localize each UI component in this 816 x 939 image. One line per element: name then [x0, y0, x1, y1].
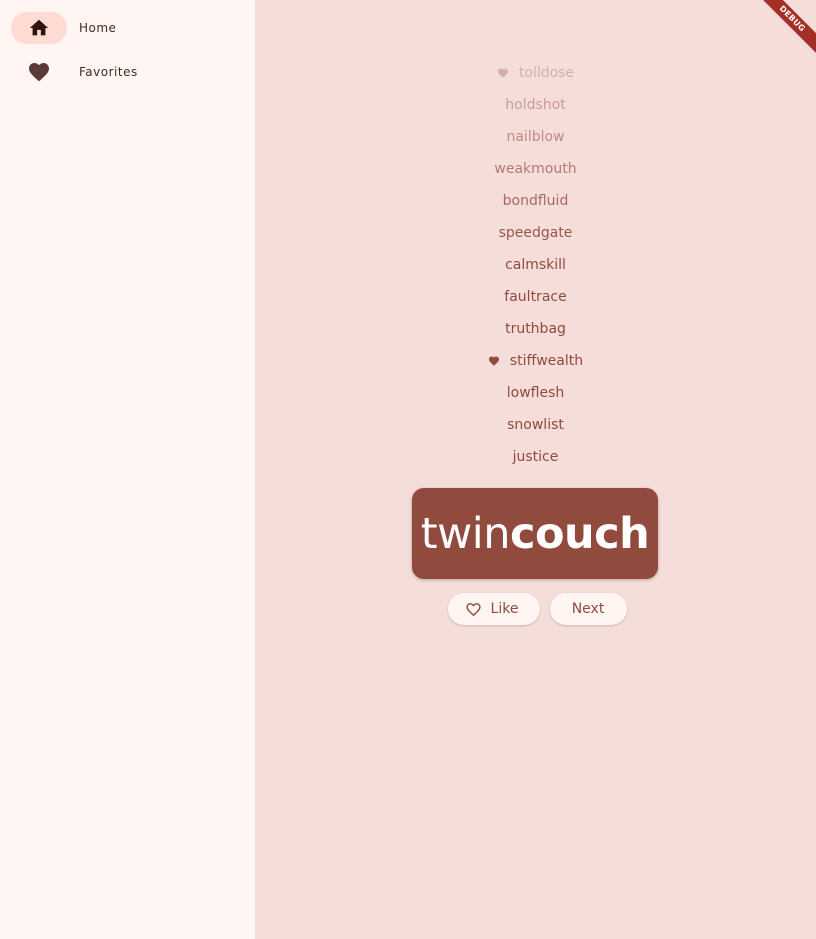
- history-word: snowlist: [507, 417, 564, 433]
- history-word: weakmouth: [494, 161, 577, 177]
- navigation-rail: Home Favorites: [0, 0, 255, 939]
- history-word: justice: [512, 449, 559, 465]
- heart-icon: [29, 63, 49, 82]
- history-item[interactable]: weakmouth: [255, 153, 816, 185]
- history-item[interactable]: truthbag: [255, 313, 816, 345]
- favorite-heart-icon: [497, 67, 509, 79]
- debug-banner: DEBUG: [756, 0, 816, 60]
- favorite-heart-icon: [488, 355, 500, 367]
- history-word: faultrace: [504, 289, 567, 305]
- history-item[interactable]: calmskill: [255, 249, 816, 281]
- nav-item-favorites[interactable]: Favorites: [11, 56, 138, 88]
- like-button-label: Like: [490, 601, 519, 617]
- like-button[interactable]: Like: [447, 593, 540, 625]
- history-word: nailblow: [506, 129, 565, 145]
- history-word: speedgate: [498, 225, 573, 241]
- app-window: Home Favorites tolldose holdshot nailblo…: [0, 0, 816, 939]
- action-row: Like Next: [255, 593, 816, 625]
- history-word: truthbag: [505, 321, 566, 337]
- history-word: bondfluid: [502, 193, 569, 209]
- history-item[interactable]: bondfluid: [255, 185, 816, 217]
- current-pair-card: twin couch: [412, 488, 658, 579]
- debug-ribbon-label: DEBUG: [756, 0, 816, 60]
- next-button[interactable]: Next: [549, 593, 627, 625]
- nav-indicator: [11, 56, 67, 88]
- history-item[interactable]: stiffwealth: [255, 345, 816, 377]
- generator-page: tolldose holdshot nailblow weakmouth bon…: [255, 0, 816, 939]
- history-item[interactable]: snowlist: [255, 409, 816, 441]
- nav-item-home[interactable]: Home: [11, 12, 116, 44]
- history-word: stiffwealth: [509, 353, 584, 369]
- history-item[interactable]: tolldose: [255, 57, 816, 89]
- history-item[interactable]: nailblow: [255, 121, 816, 153]
- history-word: tolldose: [518, 65, 575, 81]
- pair-second-word: couch: [509, 508, 650, 559]
- history-item[interactable]: faultrace: [255, 281, 816, 313]
- nav-item-label: Home: [79, 21, 117, 35]
- history-list: tolldose holdshot nailblow weakmouth bon…: [255, 57, 816, 473]
- home-icon: [29, 19, 49, 36]
- history-item[interactable]: lowflesh: [255, 377, 816, 409]
- pair-first-word: twin: [420, 508, 511, 559]
- nav-item-label: Favorites: [79, 65, 138, 79]
- next-button-label: Next: [571, 601, 605, 617]
- history-word: holdshot: [505, 97, 566, 113]
- history-item[interactable]: speedgate: [255, 217, 816, 249]
- history-item[interactable]: holdshot: [255, 89, 816, 121]
- history-word: calmskill: [505, 257, 566, 273]
- history-item[interactable]: justice: [255, 441, 816, 473]
- heart-outline-icon: [465, 602, 481, 616]
- nav-indicator: [11, 12, 67, 44]
- history-word: lowflesh: [506, 385, 565, 401]
